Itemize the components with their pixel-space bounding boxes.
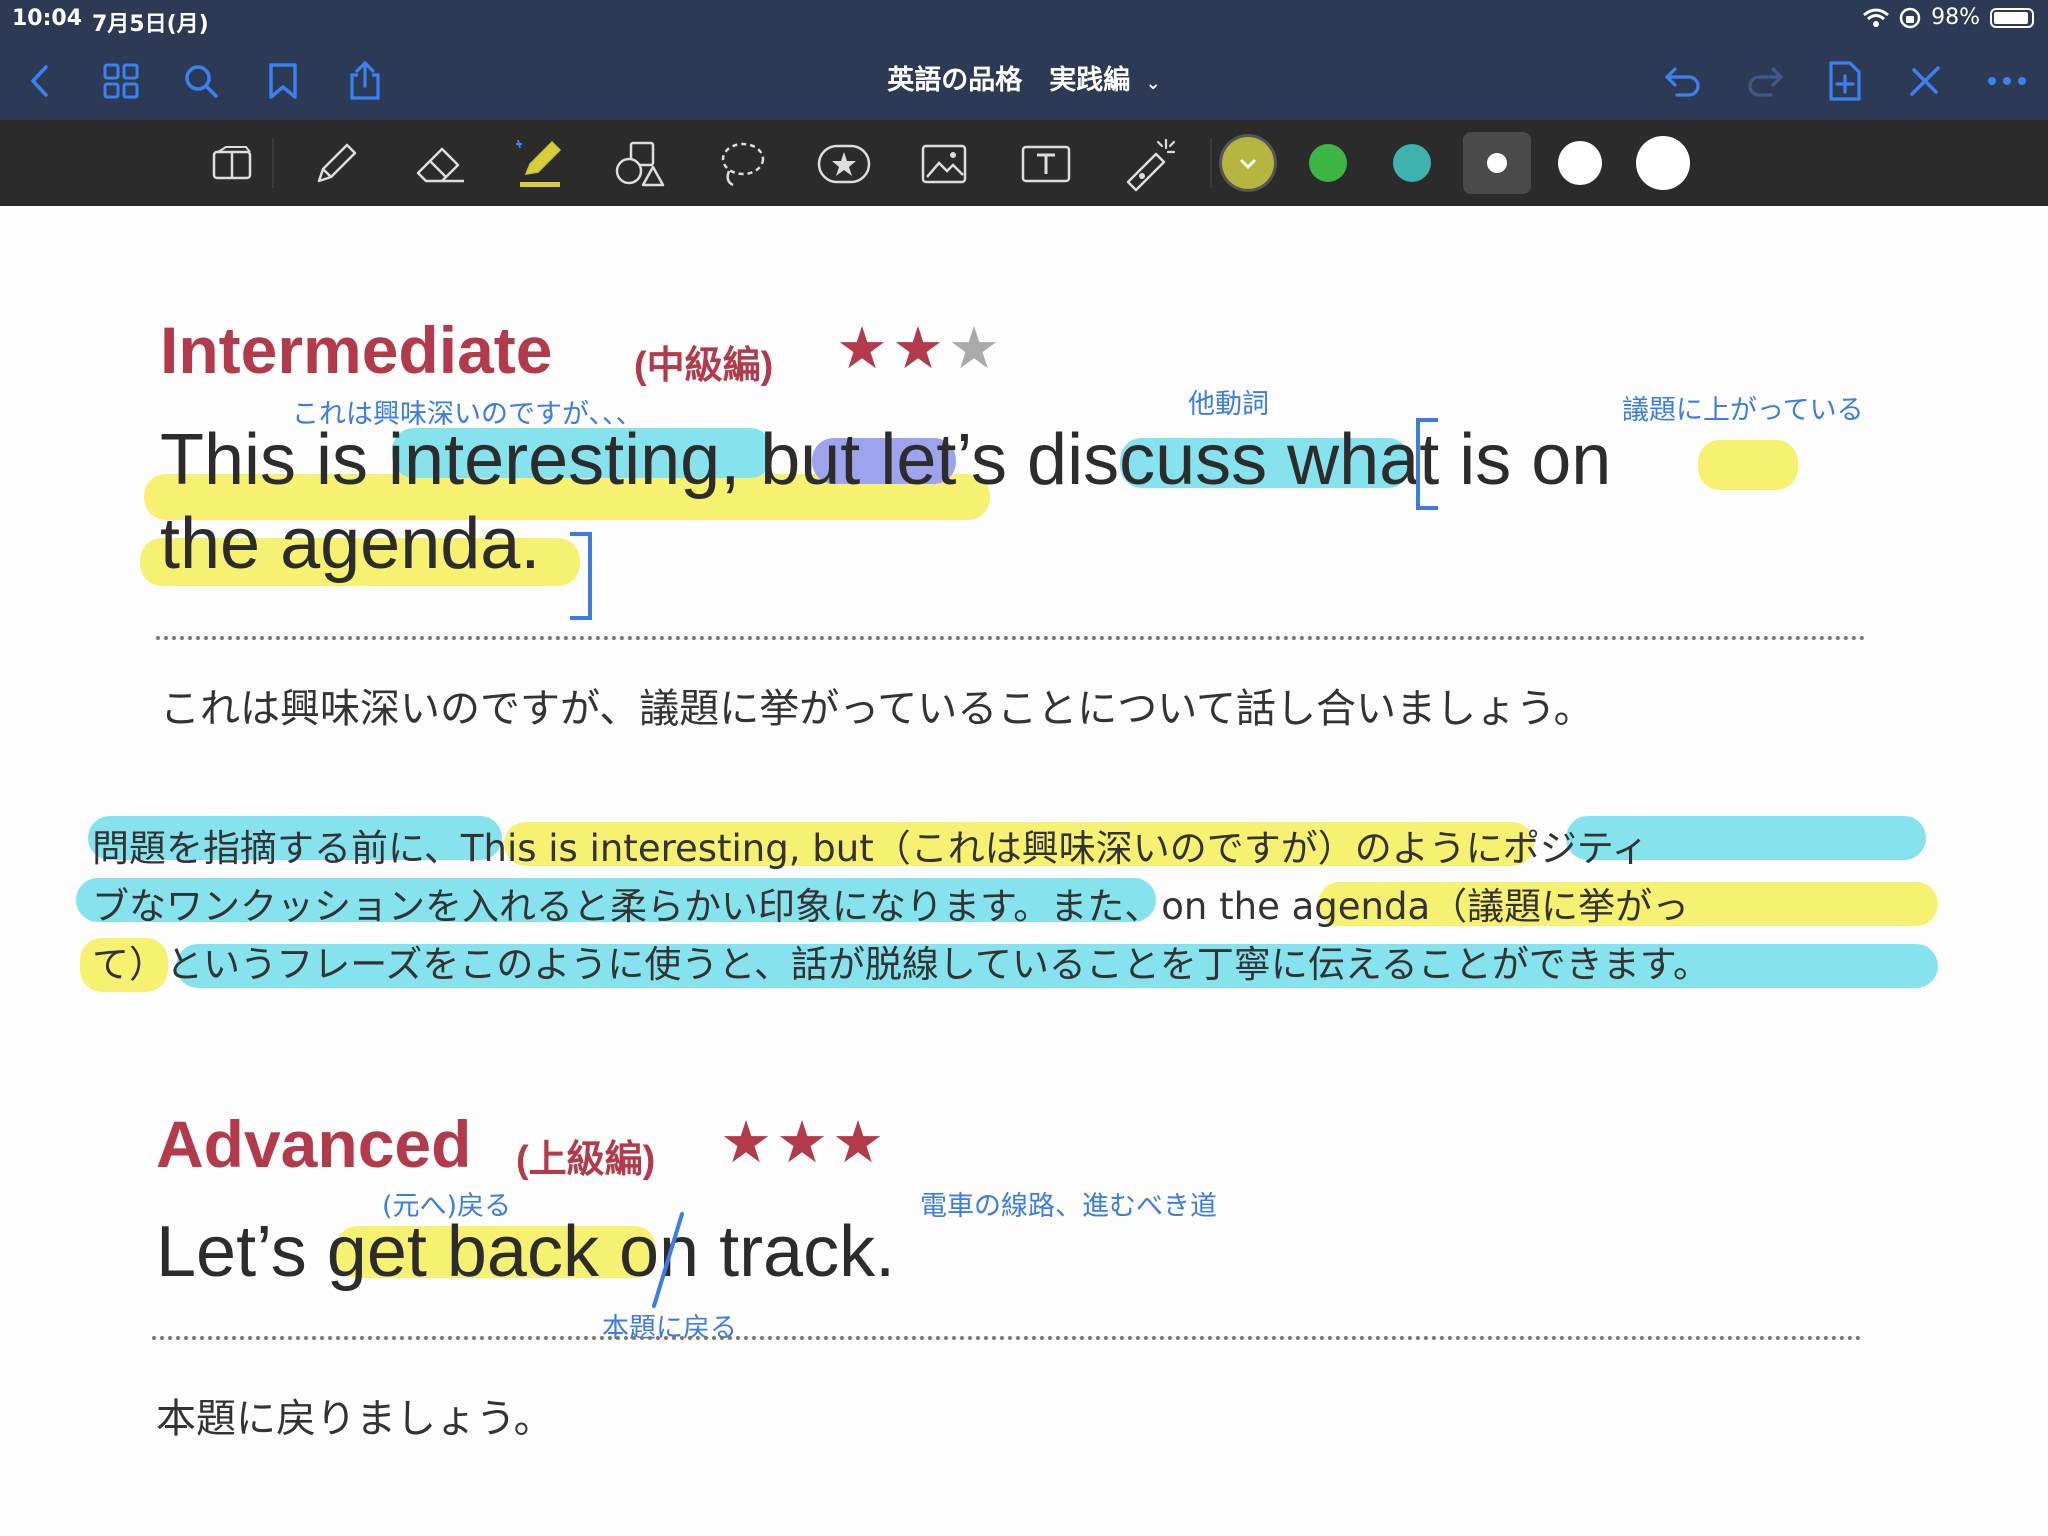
highlighter-icon[interactable] xyxy=(508,134,568,194)
explanation-text: ブなワンクッションを入れると柔らかい印象になります。また、on the agen… xyxy=(92,885,1690,928)
sticker-icon[interactable] xyxy=(814,134,874,194)
drawing-toolbar xyxy=(0,120,2048,206)
orientation-lock-icon xyxy=(1899,7,1921,28)
divider xyxy=(156,636,1866,640)
color-swatch-green[interactable] xyxy=(1309,144,1347,182)
translation-text: 本題に戻りましょう。 xyxy=(156,1396,554,1442)
redo-icon xyxy=(1738,54,1792,108)
slash-mark xyxy=(652,1212,684,1308)
size-option-medium[interactable] xyxy=(1558,141,1602,185)
bracket-mark xyxy=(570,532,592,620)
wifi-icon xyxy=(1863,8,1890,27)
more-icon[interactable] xyxy=(1980,54,2034,108)
color-swatch-teal[interactable] xyxy=(1393,144,1431,182)
status-date: 7月5日(月) xyxy=(92,12,209,37)
color-swatch-yellow[interactable] xyxy=(1222,137,1274,189)
difficulty-stars: ★★★ xyxy=(720,1108,888,1176)
text-box-icon[interactable] xyxy=(1016,134,1076,194)
example-sentence: the agenda. xyxy=(160,504,541,584)
section-heading-intermediate: Intermediate xyxy=(160,313,553,387)
lasso-icon[interactable] xyxy=(712,134,772,194)
battery-percent: 98% xyxy=(1931,5,1980,30)
size-option-large[interactable] xyxy=(1636,136,1690,190)
translation-text: これは興味深いのですが、議題に挙がっていることについて話し合いましょう。 xyxy=(160,686,1594,732)
explanation-text: て）というフレーズをこのように使うと、話が脱線していることを丁寧に伝えることがで… xyxy=(92,943,1711,986)
close-edit-icon[interactable] xyxy=(1898,54,1952,108)
undo-icon[interactable] xyxy=(1656,54,1710,108)
difficulty-stars: ★★★ xyxy=(836,314,1004,382)
section-subheading-advanced: (上級編) xyxy=(516,1139,656,1181)
size-option-small[interactable] xyxy=(1463,132,1531,194)
explanation-text: 問題を指摘する前に、This is interesting, but（これは興味… xyxy=(92,827,1649,870)
chevron-down-icon: ⌄ xyxy=(1145,73,1161,94)
pen-icon[interactable] xyxy=(306,134,366,194)
eraser-icon[interactable] xyxy=(410,134,470,194)
battery-icon xyxy=(1990,7,2034,28)
handwritten-note: 他動詞 xyxy=(1188,389,1269,420)
add-page-icon[interactable] xyxy=(1818,54,1872,108)
example-sentence: Let’s get back on track. xyxy=(156,1212,896,1292)
status-time: 10:04 xyxy=(12,6,83,31)
page-layout-icon[interactable] xyxy=(202,134,262,194)
highlight-yellow xyxy=(1698,440,1798,490)
status-bar: 10:04 7月5日(月) 98% xyxy=(0,0,2048,40)
bracket-mark xyxy=(1416,418,1438,510)
divider xyxy=(152,1336,1862,1340)
shapes-icon[interactable] xyxy=(610,134,670,194)
document-title-text: 英語の品格 実践編 xyxy=(887,65,1131,96)
status-right: 98% xyxy=(1863,5,2034,30)
laser-pointer-icon[interactable] xyxy=(1118,134,1178,194)
handwritten-note: 議題に上がっている xyxy=(1622,395,1864,426)
image-icon[interactable] xyxy=(914,134,974,194)
section-subheading-intermediate: (中級編) xyxy=(634,345,774,387)
section-heading-advanced: Advanced xyxy=(156,1107,472,1181)
handwritten-note: 電車の線路、進むべき道 xyxy=(920,1191,1217,1222)
navigation-bar: 英語の品格 実践編 ⌄ xyxy=(0,40,2048,120)
notebook-page[interactable]: Intermediate (中級編) ★★★ これは興味深いのですが、、、 他動… xyxy=(0,206,2048,1536)
example-sentence: This is interesting, but let’s discuss w… xyxy=(160,420,1612,500)
chevron-down-icon xyxy=(1240,159,1256,170)
